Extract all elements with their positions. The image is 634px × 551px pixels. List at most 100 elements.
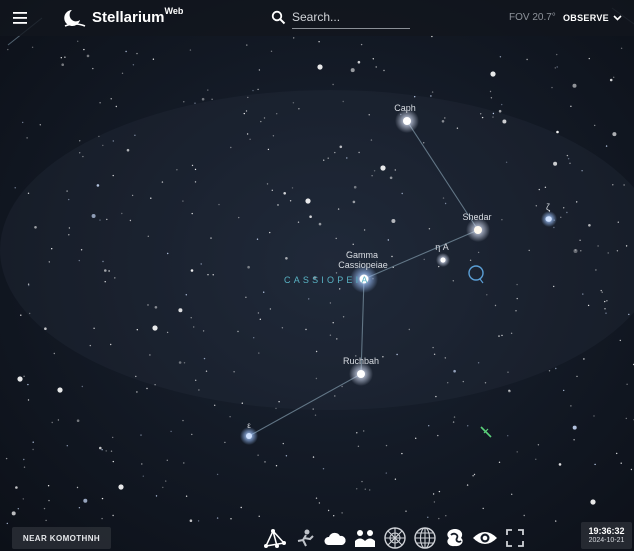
background-star (551, 86, 553, 89)
background-star (372, 58, 374, 60)
background-star (269, 231, 271, 234)
equatorial-grid-button[interactable] (412, 525, 438, 551)
background-star (126, 148, 130, 152)
background-star (535, 458, 537, 460)
background-star (102, 260, 104, 263)
background-star (573, 249, 578, 253)
background-star (334, 151, 336, 154)
background-star (260, 120, 262, 123)
background-star (373, 170, 376, 172)
star-eta[interactable] (436, 253, 450, 267)
nebulae-button[interactable] (442, 525, 468, 551)
background-star (17, 508, 19, 510)
background-star (569, 162, 571, 164)
background-star (480, 113, 482, 115)
background-star (375, 66, 377, 68)
satellite-marker[interactable] (480, 426, 492, 438)
background-star (32, 448, 34, 451)
background-star (501, 219, 503, 221)
background-star (105, 450, 107, 452)
datetime-button[interactable]: 19:36:32 2024-10-21 (581, 522, 632, 549)
background-star (499, 56, 502, 58)
background-star (332, 83, 334, 86)
background-star (298, 108, 300, 110)
location-button[interactable]: NEAR KOMOTHNH (12, 527, 111, 549)
azimuthal-grid-button[interactable] (382, 525, 408, 551)
background-star (282, 442, 284, 445)
background-star (211, 98, 213, 101)
background-star (308, 298, 310, 300)
background-star (202, 330, 205, 332)
background-star (112, 174, 114, 177)
background-star (191, 433, 193, 436)
background-star (394, 169, 396, 171)
background-star (141, 463, 143, 465)
background-star (544, 186, 547, 188)
background-star (380, 165, 386, 171)
background-star (501, 334, 503, 337)
sky-view[interactable]: Caph Shedar Gamma Cassiopeiae Ruchbah η … (0, 0, 634, 551)
background-star (155, 495, 158, 497)
background-star (342, 100, 344, 103)
background-star (99, 219, 101, 221)
background-star (23, 466, 26, 468)
background-star (580, 250, 582, 252)
background-star (630, 468, 633, 471)
background-star (555, 520, 557, 522)
menu-icon[interactable] (12, 10, 30, 26)
constellation-lines-button[interactable] (262, 525, 288, 551)
background-star (612, 132, 617, 137)
search-icon[interactable] (271, 10, 286, 25)
background-star (498, 461, 501, 463)
background-star (342, 316, 345, 318)
constellation-art-button[interactable] (292, 525, 318, 551)
background-star (281, 327, 284, 329)
background-star (131, 194, 134, 197)
background-star (515, 310, 517, 312)
background-star (607, 252, 609, 254)
background-star (246, 44, 248, 46)
star-zeta[interactable] (541, 211, 557, 227)
sky-canvas[interactable]: Caph Shedar Gamma Cassiopeiae Ruchbah η … (0, 0, 634, 551)
observe-button[interactable]: OBSERVE (563, 9, 622, 27)
background-star (136, 391, 138, 393)
background-star (263, 291, 265, 293)
landscape-button[interactable] (352, 525, 378, 551)
background-star (357, 60, 361, 64)
background-star (356, 432, 358, 434)
background-star (150, 197, 152, 199)
background-star (176, 169, 178, 171)
background-star (594, 463, 596, 466)
night-mode-button[interactable] (472, 525, 498, 551)
background-star (104, 269, 107, 272)
atmosphere-button[interactable] (322, 525, 348, 551)
background-star (247, 265, 250, 269)
background-star (245, 110, 248, 112)
background-star (198, 389, 200, 391)
label-shedar: Shedar (462, 212, 491, 222)
background-star (305, 198, 311, 204)
azimuthal-grid-icon (384, 527, 406, 549)
background-star (61, 63, 64, 66)
background-star (327, 509, 330, 512)
background-star (243, 112, 245, 115)
background-star (22, 121, 24, 124)
background-star (23, 375, 25, 377)
background-star (28, 284, 30, 287)
background-star (293, 37, 295, 39)
background-star (27, 192, 30, 194)
background-star (7, 48, 9, 51)
background-star (27, 399, 30, 401)
equatorial-grid-icon (414, 527, 436, 549)
background-star (191, 212, 193, 215)
background-star (341, 385, 343, 388)
background-star (5, 457, 8, 460)
search-input[interactable] (292, 6, 410, 29)
fullscreen-button[interactable] (502, 525, 528, 551)
background-star (556, 130, 559, 134)
background-star (66, 445, 69, 447)
background-star (101, 517, 103, 520)
atmosphere-icon (324, 532, 346, 545)
background-star (579, 239, 581, 241)
label-epsilon: ε (247, 421, 251, 430)
